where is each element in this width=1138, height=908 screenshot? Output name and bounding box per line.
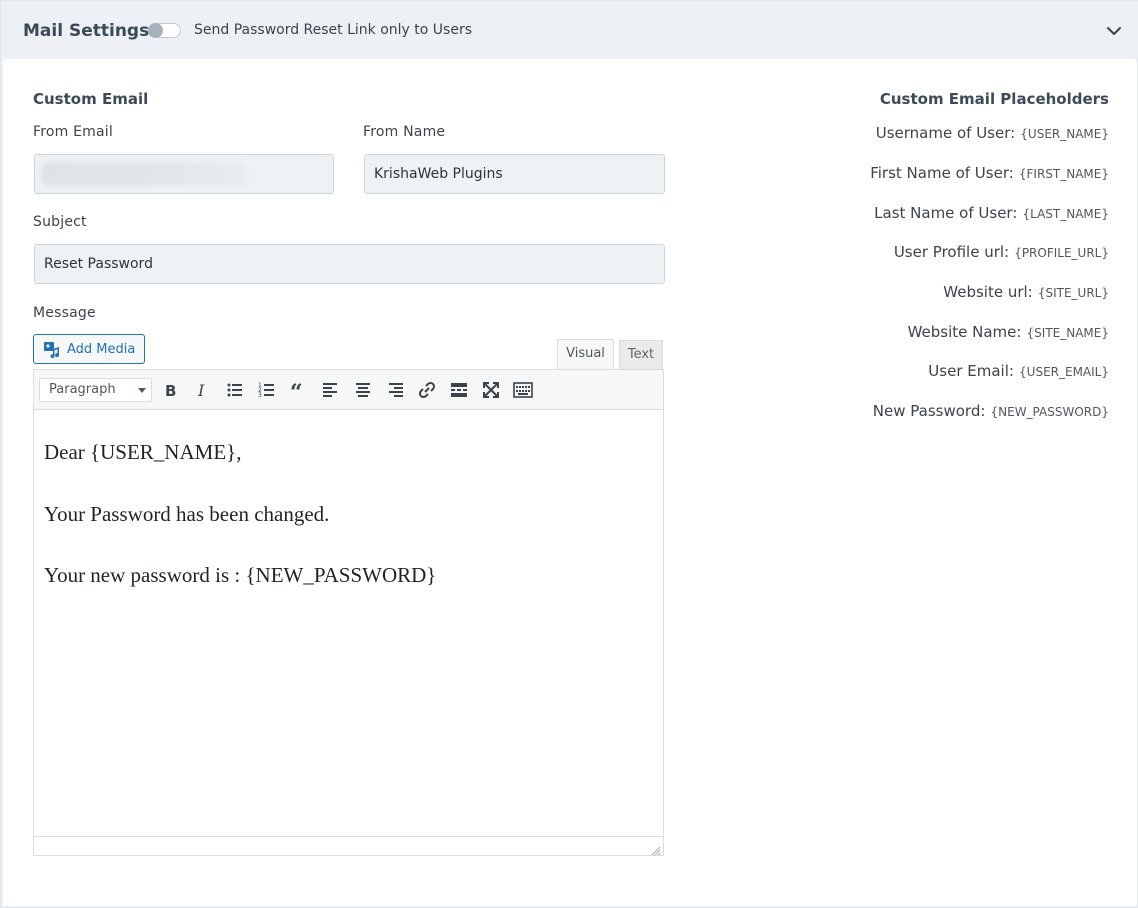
subject-label: Subject (33, 214, 87, 230)
from-email-label: From Email (33, 124, 113, 140)
placeholder-item: User Email: {USER_EMAIL} (928, 361, 1109, 380)
toggle-label: Send Password Reset Link only to Users (194, 22, 473, 38)
svg-text:B: B (165, 382, 176, 400)
subject-field[interactable]: Reset Password (34, 244, 665, 284)
placeholder-item: Last Name of User: {LAST_NAME} (874, 203, 1109, 222)
panel-header[interactable]: Mail Settings Send Password Reset Link o… (1, 1, 1138, 59)
placeholder-code: {USER_NAME} (1020, 127, 1109, 141)
placeholder-label: Username of User: (875, 124, 1016, 142)
message-editor: Paragraph B I 123 “ Dear {USER_NAME}, Yo… (33, 369, 664, 856)
align-center-icon[interactable] (352, 379, 374, 401)
placeholder-item: Website Name: {SITE_NAME} (908, 322, 1109, 341)
message-line: Your new password is : {NEW_PASSWORD} (44, 563, 437, 587)
fullscreen-icon[interactable] (480, 379, 502, 401)
placeholder-code: {SITE_NAME} (1026, 326, 1109, 340)
placeholder-code: {FIRST_NAME} (1018, 167, 1109, 181)
read-more-icon[interactable] (448, 379, 470, 401)
align-left-icon[interactable] (320, 379, 342, 401)
redacted-email (41, 162, 247, 186)
from-name-label: From Name (363, 124, 446, 140)
link-icon[interactable] (416, 379, 438, 401)
editor-content[interactable]: Dear {USER_NAME}, Your Password has been… (34, 410, 663, 836)
blockquote-icon[interactable]: “ (288, 379, 310, 401)
toolbar-toggle-icon[interactable] (512, 379, 534, 401)
subject-value: Reset Password (44, 256, 153, 272)
format-select[interactable]: Paragraph (39, 378, 152, 402)
caret-down-icon (138, 388, 146, 393)
chevron-down-icon[interactable] (1104, 21, 1124, 41)
placeholder-label: Website Name: (907, 323, 1022, 341)
mail-settings-panel: Mail Settings Send Password Reset Link o… (0, 0, 1138, 908)
placeholder-label: Website url: (943, 283, 1033, 301)
placeholder-label: First Name of User: (870, 164, 1014, 182)
placeholder-label: Last Name of User: (874, 204, 1018, 222)
placeholder-code: {SITE_URL} (1037, 286, 1109, 300)
add-media-label: Add Media (67, 342, 136, 357)
message-line: Your Password has been changed. (44, 502, 330, 526)
placeholder-item: First Name of User: {FIRST_NAME} (870, 163, 1109, 182)
placeholders-title: Custom Email Placeholders (879, 90, 1109, 108)
from-email-field[interactable] (34, 154, 334, 194)
placeholder-code: {USER_EMAIL} (1019, 365, 1109, 379)
placeholder-item: User Profile url: {PROFILE_URL} (894, 242, 1109, 261)
svg-text:I: I (197, 381, 205, 400)
tab-text[interactable]: Text (619, 340, 663, 370)
placeholder-label: User Profile url: (893, 243, 1010, 261)
bold-icon[interactable]: B (160, 379, 182, 401)
align-right-icon[interactable] (384, 379, 406, 401)
placeholder-code: {NEW_PASSWORD} (990, 405, 1110, 419)
message-line: Dear {USER_NAME}, (44, 440, 242, 464)
media-icon (43, 341, 61, 359)
numbered-list-icon[interactable]: 123 (256, 379, 278, 401)
placeholder-label: User Email: (928, 362, 1014, 380)
resize-handle-icon[interactable] (651, 843, 661, 856)
format-select-value: Paragraph (49, 382, 116, 397)
placeholder-item: Website url: {SITE_URL} (943, 282, 1109, 301)
placeholder-item: Username of User: {USER_NAME} (876, 123, 1109, 142)
from-name-value: KrishaWeb Plugins (374, 166, 503, 182)
custom-email-title: Custom Email (33, 90, 149, 108)
italic-icon[interactable]: I (192, 379, 214, 401)
add-media-button[interactable]: Add Media (33, 334, 145, 364)
message-label: Message (33, 305, 96, 321)
svg-text:3: 3 (258, 392, 262, 399)
reset-link-toggle[interactable] (148, 23, 181, 38)
panel-title: Mail Settings (23, 21, 150, 41)
from-name-field[interactable]: KrishaWeb Plugins (364, 154, 665, 194)
bullet-list-icon[interactable] (224, 379, 246, 401)
placeholder-code: {LAST_NAME} (1022, 207, 1109, 221)
editor-statusbar (34, 836, 663, 856)
editor-toolbar: Paragraph B I 123 “ (34, 370, 663, 410)
placeholder-item: New Password: {NEW_PASSWORD} (873, 401, 1109, 420)
svg-text:“: “ (290, 380, 303, 401)
placeholder-code: {PROFILE_URL} (1014, 246, 1109, 260)
toggle-knob (148, 23, 163, 38)
tab-visual[interactable]: Visual (557, 339, 614, 370)
placeholder-label: New Password: (872, 402, 986, 420)
